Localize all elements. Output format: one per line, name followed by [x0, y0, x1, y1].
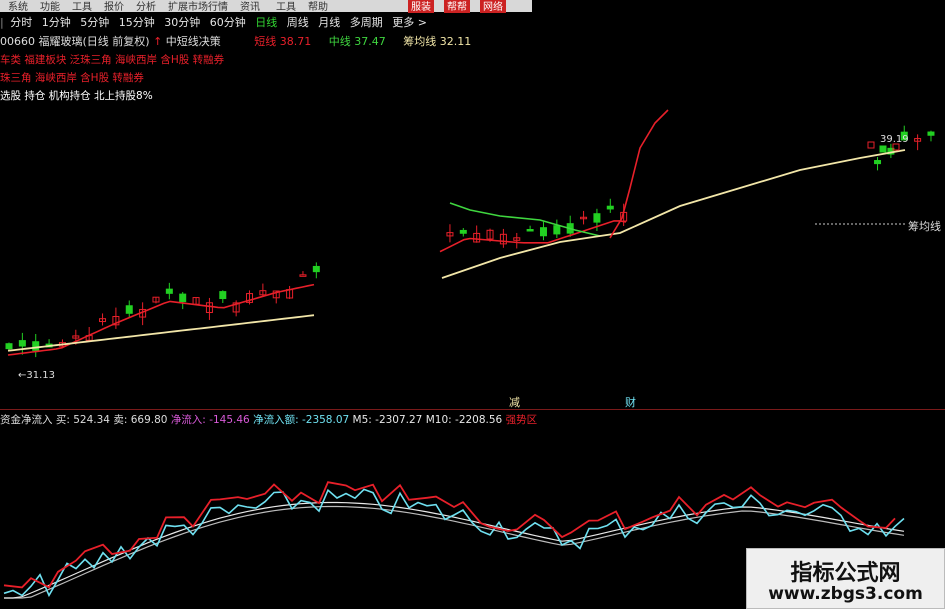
tab-separator: |: [0, 16, 4, 29]
net-label: 净流入:: [170, 414, 206, 426]
tab-15min[interactable]: 15分钟: [116, 12, 158, 30]
tab-daily[interactable]: 日线: [252, 12, 280, 30]
buy-label: 买:: [55, 414, 70, 426]
watermark: 指标公式网 www.zbgs3.com: [746, 548, 945, 609]
net-total-label: 净流入额:: [253, 414, 299, 426]
up-arrow-icon: ↑: [153, 35, 163, 48]
net-value: -145.46: [209, 414, 250, 426]
candle-body: [165, 288, 173, 294]
candle-body: [553, 225, 561, 235]
candle-body-right: [867, 141, 875, 149]
buy-value: 524.34: [73, 414, 110, 426]
sell-label: 卖:: [113, 414, 128, 426]
candlestick-chart[interactable]: [0, 108, 945, 408]
indicator-name[interactable]: 中短线决策: [166, 35, 221, 48]
candle-body: [606, 205, 614, 210]
tab-1min[interactable]: 1分钟: [39, 12, 74, 30]
mid-ma-label: 中线: [328, 35, 351, 48]
m5-label: M5:: [352, 414, 372, 426]
ma-label: 筹均线: [908, 220, 941, 233]
tab-30min[interactable]: 30分钟: [161, 12, 203, 30]
period-tabs: | 分时 1分钟 5分钟 15分钟 30分钟 60分钟 日线 周线 月线 多周期…: [0, 12, 532, 30]
candle-body-right: [879, 145, 887, 153]
candle-body: [526, 228, 534, 232]
long-ma-line: [7, 314, 315, 352]
m10-value: -2208.56: [455, 414, 503, 426]
event-marker-finance[interactable]: 财: [625, 394, 636, 410]
event-marker-reduce[interactable]: 减: [509, 394, 520, 410]
candle-body: [593, 213, 601, 223]
candle-body: [179, 293, 187, 303]
stock-code: 00660 福耀玻璃(日线 前复权): [0, 35, 150, 48]
m10-label: M10:: [425, 414, 452, 426]
tab-5min[interactable]: 5分钟: [77, 12, 112, 30]
tab-monthly[interactable]: 月线: [315, 12, 343, 30]
sell-value: 669.80: [130, 414, 168, 426]
pane-divider: [0, 409, 945, 410]
net-total-value: -2358.07: [301, 414, 350, 426]
tab-intraday[interactable]: 分时: [7, 12, 35, 30]
tab-more[interactable]: 更多 >: [389, 12, 430, 30]
candle-body: [312, 265, 320, 273]
candle-body: [32, 341, 40, 351]
tab-multi-period[interactable]: 多周期: [347, 12, 386, 30]
candle-body: [874, 160, 882, 165]
mid-ma-line: [449, 202, 601, 237]
short-ma-value: 38.71: [279, 35, 312, 48]
candle-body: [219, 291, 227, 300]
candle-body: [125, 305, 133, 314]
indicator-header: 资金净流入 买: 524.34 卖: 669.80 净流入: -145.46 净…: [0, 412, 537, 427]
mid-ma-value: 37.47: [354, 35, 386, 48]
candle-body: [539, 227, 547, 237]
tab-weekly[interactable]: 周线: [284, 12, 312, 30]
low-price-label: ←31.13: [18, 370, 56, 381]
short-ma-line-3: [609, 109, 669, 239]
m5-value: -2307.27: [375, 414, 423, 426]
menu-bar: 系统 功能 工具 报价 分析 扩展市场行情 资讯 工具 帮助 服装 帮帮 网络: [0, 0, 532, 13]
long-ma-value: 32.11: [439, 35, 472, 48]
stock-info-bar: 00660 福耀玻璃(日线 前复权) ↑ 中短线决策 短线 38.71 中线 3…: [0, 33, 472, 48]
high-price-label: 39.19: [880, 134, 909, 145]
candle-body: [299, 274, 307, 277]
candle-body: [5, 343, 13, 350]
tag-line: 选股 持仓 机构持仓 北上持股8%: [0, 90, 153, 102]
candle-body: [459, 229, 467, 234]
concept-line-1: 车类 福建板块 泛珠三角 海峡西岸 含H股 转融券: [0, 54, 225, 66]
watermark-url: www.zbgs3.com: [768, 584, 923, 604]
status-badge: 强势区: [505, 414, 538, 426]
candle-body: [927, 131, 935, 136]
long-ma-line-2: [441, 149, 906, 279]
indicator-title[interactable]: 资金净流入: [0, 414, 53, 426]
candle-body: [18, 340, 26, 347]
short-ma-label: 短线: [254, 35, 277, 48]
concept-line-2: 珠三角 海峡西岸 含H股 转融券: [0, 72, 144, 84]
tab-60min[interactable]: 60分钟: [207, 12, 249, 30]
watermark-title: 指标公式网: [790, 561, 901, 586]
long-ma-label: 筹均线: [403, 35, 437, 48]
